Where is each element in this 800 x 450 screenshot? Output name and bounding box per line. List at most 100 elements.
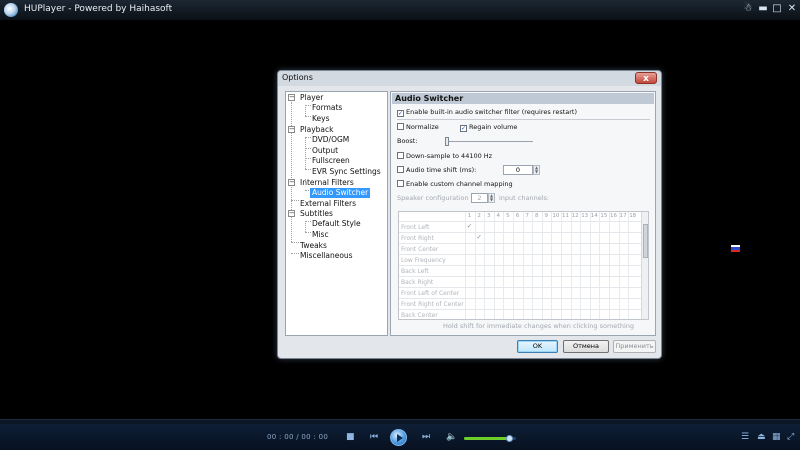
playlist-icon[interactable]: ☰ (741, 432, 749, 442)
matrix-column-header: 5 (506, 213, 510, 219)
tree-item-tweaks[interactable]: Tweaks (300, 241, 327, 251)
matrix-column-header: 7 (525, 213, 529, 219)
tree-collapse-playback-icon[interactable]: − (288, 126, 295, 133)
enable-filter-checkbox[interactable]: ✓ (397, 110, 404, 117)
matrix-column-header: 17 (619, 213, 627, 219)
speaker-config-label: Speaker configuration for (397, 194, 480, 202)
volume-slider[interactable] (464, 435, 516, 442)
matrix-scrollbar[interactable] (641, 212, 648, 319)
tree-item-keys[interactable]: Keys (312, 114, 330, 124)
custom-mapping-option[interactable]: Enable custom channel mapping (397, 180, 513, 189)
huplayer-window: HUPlayer - Powered by Haihasoft ☃ ▬ □ ✕ … (0, 0, 800, 450)
tree-item-player[interactable]: Player (300, 93, 323, 103)
app-logo-icon (4, 3, 18, 17)
boost-slider[interactable] (445, 137, 533, 146)
options-dialog: Options x − Player Formats Keys − Playba… (277, 70, 662, 359)
matrix-column-header: 8 (534, 213, 539, 219)
matrix-column-header: 1 (467, 213, 472, 219)
matrix-column-header: 18 (629, 213, 637, 219)
title-bar: HUPlayer - Powered by Haihasoft ☃ ▬ □ ✕ (0, 0, 800, 20)
time-shift-input[interactable]: 0 (503, 165, 533, 175)
hint-text: Hold shift for immediate changes when cl… (443, 322, 635, 330)
tree-collapse-internal-filters-icon[interactable]: − (288, 179, 295, 186)
matrix-check-mark[interactable]: ✓ (476, 234, 483, 241)
time-display: 00 : 00 / 00 : 00 (267, 433, 329, 441)
matrix-scrollbar-thumb[interactable] (643, 224, 648, 258)
matrix-row-label: Front Left (399, 221, 643, 232)
enable-filter-option[interactable]: ✓ Enable built-in audio switcher filter (… (397, 108, 577, 117)
boost-slider-thumb[interactable] (445, 137, 449, 146)
matrix-row-label: Front Right (399, 232, 643, 243)
tree-item-dvd-ogm[interactable]: DVD/OGM (312, 135, 349, 145)
time-shift-option[interactable]: Audio time shift (ms): (397, 166, 476, 175)
stop-icon[interactable]: ■ (346, 432, 355, 442)
tree-item-formats[interactable]: Formats (312, 103, 342, 113)
tree-item-internal-filters[interactable]: Internal Filters (300, 178, 354, 188)
matrix-column-header: 14 (590, 213, 598, 219)
tree-item-external-filters[interactable]: External Filters (300, 199, 356, 209)
input-channels-label: input channels: (499, 194, 550, 202)
matrix-column-header: 9 (544, 213, 549, 219)
matrix-column-header: 15 (600, 213, 608, 219)
speaker-config-spinner[interactable]: ▲ ▼ (488, 193, 495, 203)
matrix-column-header: 4 (496, 213, 501, 219)
tree-item-default-style[interactable]: Default Style (312, 219, 361, 229)
boost-label: Boost: (397, 137, 418, 145)
volume-knob[interactable] (505, 435, 513, 442)
channel-mapping-matrix[interactable]: 1 2 3 4 5 6 7 8 9 10 11 12 13 14 15 16 17 18 Front Left Fr… (398, 211, 649, 320)
downsample-checkbox[interactable] (397, 152, 404, 159)
play-button[interactable] (390, 429, 407, 446)
options-tree: − Player Formats Keys − Playback DVD/OGM… (285, 91, 388, 336)
equalizer-icon[interactable]: ▦ (772, 432, 781, 442)
tree-item-playback[interactable]: Playback (300, 125, 333, 135)
maximize-icon[interactable]: □ (770, 2, 784, 16)
matrix-check-mark[interactable]: ✓ (466, 223, 473, 230)
normalize-checkbox[interactable] (397, 123, 404, 130)
window-title: HUPlayer - Powered by Haihasoft (24, 4, 173, 14)
regain-volume-checkbox[interactable]: ✓ (460, 125, 467, 132)
minimize-icon[interactable]: ▬ (756, 2, 770, 16)
play-icon (397, 434, 403, 442)
matrix-row-label: Front Left of Center (399, 287, 643, 298)
time-shift-spinner[interactable]: ▲ ▼ (533, 165, 540, 175)
matrix-column-header: 6 (515, 213, 520, 219)
tree-item-audio-switcher[interactable]: Audio Switcher (310, 188, 371, 198)
matrix-row-label: Back Right (399, 276, 643, 287)
matrix-row-label: Back Left (399, 265, 643, 276)
normalize-option[interactable]: Normalize (397, 123, 439, 132)
tree-item-evr-sync[interactable]: EVR Sync Settings (312, 167, 381, 177)
tree-item-fullscreen[interactable]: Fullscreen (312, 156, 350, 166)
close-icon[interactable]: ✕ (785, 2, 799, 16)
regain-volume-option[interactable]: ✓ Regain volume (460, 123, 517, 132)
matrix-column-header: 13 (581, 213, 589, 219)
matrix-row-label: Front Right of Center (399, 298, 643, 309)
tree-collapse-player-icon[interactable]: − (288, 94, 295, 101)
tree-collapse-subtitles-icon[interactable]: − (288, 210, 295, 217)
dialog-close-button[interactable]: x (635, 72, 657, 84)
time-shift-checkbox[interactable] (397, 166, 404, 173)
tree-item-miscellaneous[interactable]: Miscellaneous (300, 251, 353, 261)
eject-icon[interactable]: ⏏ (757, 432, 766, 442)
previous-icon[interactable]: ⏮ (370, 432, 378, 442)
matrix-row-label: Back Center (399, 309, 643, 319)
matrix-column-header: 11 (562, 213, 569, 219)
tree-item-output[interactable]: Output (312, 146, 338, 156)
matrix-row-label: Low Frequency (399, 254, 643, 265)
tree-item-misc[interactable]: Misc (312, 230, 329, 240)
speaker-config-input[interactable]: 2 (471, 193, 488, 203)
matrix-column-header: 2 (477, 213, 481, 219)
language-flag-icon[interactable] (731, 245, 740, 252)
downsample-option[interactable]: Down-sample to 44100 Hz (397, 152, 492, 161)
flag-stripe-3 (731, 249, 740, 252)
dialog-title: Options (282, 73, 313, 82)
tree-item-subtitles[interactable]: Subtitles (300, 209, 333, 219)
next-icon[interactable]: ⏭ (422, 432, 430, 442)
ok-button[interactable]: OK (517, 340, 558, 353)
apply-button[interactable]: Применить (613, 340, 656, 353)
cancel-button[interactable]: Отмена (563, 340, 609, 353)
matrix-column-header: 3 (486, 213, 491, 219)
volume-icon[interactable]: 🔈 (446, 432, 457, 442)
custom-mapping-checkbox[interactable] (397, 180, 404, 187)
tray-icon[interactable]: ☃ (741, 2, 755, 16)
fullscreen-icon[interactable]: ⤢ (787, 432, 794, 442)
